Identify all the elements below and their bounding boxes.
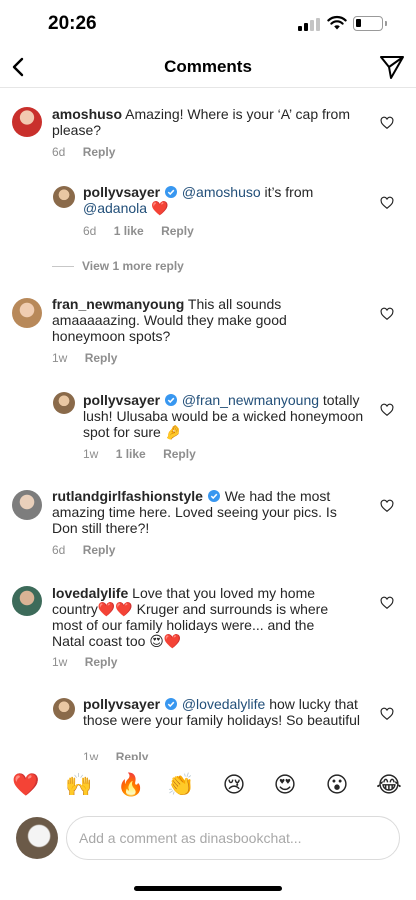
reply-button[interactable]: Reply [161, 224, 194, 238]
back-arrow-icon[interactable] [6, 54, 32, 80]
reply-username[interactable]: pollyvsayer [83, 392, 160, 408]
comment-text: fran_newmanyoung This all sounds amaaaaa… [52, 296, 342, 344]
comment-meta: 1w Reply [52, 351, 131, 365]
mention-link[interactable]: @adanola [83, 200, 147, 216]
reply-username[interactable]: pollyvsayer [83, 696, 160, 712]
comment-time: 1w [52, 351, 68, 365]
reply-button[interactable]: Reply [116, 750, 149, 760]
verified-badge-icon [164, 186, 177, 198]
comment-text: rutlandgirlfashionstyle We had the most … [52, 488, 342, 536]
avatar[interactable] [53, 186, 75, 208]
cellular-signal-icon [298, 18, 320, 31]
comment-username[interactable]: lovedalylife [52, 585, 128, 601]
avatar[interactable] [12, 490, 42, 520]
comment-time: 6d [52, 543, 66, 557]
comment-meta: 6d Reply [52, 145, 129, 159]
reply-meta: 6d 1 like Reply [83, 224, 208, 238]
comment-text: amoshuso Amazing! Where is your ‘A’ cap … [52, 106, 372, 138]
emoji-clapping-hands[interactable]: 👏 [166, 772, 196, 798]
like-heart-icon[interactable] [380, 196, 394, 210]
comment-meta: 6d Reply [52, 543, 129, 557]
reply-button[interactable]: Reply [83, 145, 116, 159]
emoji-crying-face[interactable]: 😢 [219, 772, 249, 798]
reply-body: it’s from [260, 184, 314, 200]
avatar[interactable] [12, 586, 42, 616]
reply-text: pollyvsayer @lovedalylife how lucky that… [83, 696, 373, 728]
comment-time: 6d [52, 145, 66, 159]
wifi-icon [327, 15, 347, 30]
avatar[interactable] [12, 298, 42, 328]
status-time: 20:26 [48, 13, 97, 34]
mention-link[interactable]: @amoshuso [182, 184, 261, 200]
reply-time: 6d [83, 224, 97, 238]
comment-username[interactable]: fran_newmanyoung [52, 296, 184, 312]
reply-username[interactable]: pollyvsayer [83, 184, 160, 200]
view-more-label: View 1 more reply [82, 259, 184, 273]
reply-button[interactable]: Reply [83, 543, 116, 557]
reply-time: 1w [83, 447, 99, 461]
verified-badge-icon [164, 394, 177, 406]
like-heart-icon[interactable] [380, 307, 394, 321]
like-heart-icon[interactable] [380, 499, 394, 513]
emoji-fire[interactable]: 🔥 [116, 772, 146, 798]
verified-badge-icon [164, 698, 177, 710]
avatar[interactable] [53, 698, 75, 720]
comment-composer [0, 812, 416, 868]
emoji-red-heart[interactable]: ❤️ [11, 772, 41, 798]
status-bar: 20:26 [0, 0, 416, 48]
emoji-tears-of-joy[interactable]: 😂 [374, 772, 404, 798]
comments-list[interactable]: amoshuso Amazing! Where is your ‘A’ cap … [0, 88, 416, 760]
my-avatar [16, 817, 58, 859]
reply-text: pollyvsayer @amoshuso it’s from @adanola… [83, 184, 373, 216]
view-more-replies[interactable]: View 1 more reply [52, 259, 184, 273]
like-heart-icon[interactable] [380, 707, 394, 721]
heart-eyes-emoji: 😍❤️ [149, 633, 182, 649]
comment-time: 1w [52, 655, 68, 669]
mention-link[interactable]: @fran_newmanyoung [182, 392, 319, 408]
likes-count[interactable]: 1 like [114, 224, 144, 238]
pinched-fingers-emoji: 🤌 [164, 424, 183, 440]
reply-button[interactable]: Reply [163, 447, 196, 461]
reply-button[interactable]: Reply [85, 655, 118, 669]
emoji-heart-eyes[interactable]: 😍 [270, 772, 300, 798]
avatar[interactable] [53, 392, 75, 414]
verified-badge-icon [207, 490, 220, 502]
page-title: Comments [164, 57, 252, 76]
reply-meta: 1w Reply [83, 750, 162, 760]
reply-meta: 1w 1 like Reply [83, 447, 210, 461]
hearts-emoji: ❤️❤️ [97, 601, 133, 617]
direct-share-icon[interactable] [378, 53, 406, 81]
comment-meta: 1w Reply [52, 655, 131, 669]
comment-input[interactable] [66, 816, 400, 860]
reply-text: pollyvsayer @fran_newmanyoung totally lu… [83, 392, 373, 440]
divider-line [52, 266, 74, 268]
comment-username[interactable]: rutlandgirlfashionstyle [52, 488, 203, 504]
header: Comments [0, 48, 416, 88]
emoji-surprised[interactable]: 😮 [322, 772, 352, 798]
emoji-quick-bar: ❤️ 🙌 🔥 👏 😢 😍 😮 😂 [0, 766, 416, 806]
home-indicator [134, 886, 282, 891]
comment-username[interactable]: amoshuso [52, 106, 122, 122]
mention-link[interactable]: @lovedalylife [182, 696, 265, 712]
reply-time: 1w [83, 750, 99, 760]
reply-button[interactable]: Reply [85, 351, 118, 365]
heart-emoji: ❤️ [150, 200, 169, 216]
emoji-raising-hands[interactable]: 🙌 [64, 772, 94, 798]
battery-icon [353, 16, 387, 31]
comment-text: lovedalylife Love that you loved my home… [52, 585, 344, 649]
like-heart-icon[interactable] [380, 596, 394, 610]
avatar[interactable] [12, 107, 42, 137]
like-heart-icon[interactable] [380, 116, 394, 130]
likes-count[interactable]: 1 like [116, 447, 146, 461]
like-heart-icon[interactable] [380, 403, 394, 417]
